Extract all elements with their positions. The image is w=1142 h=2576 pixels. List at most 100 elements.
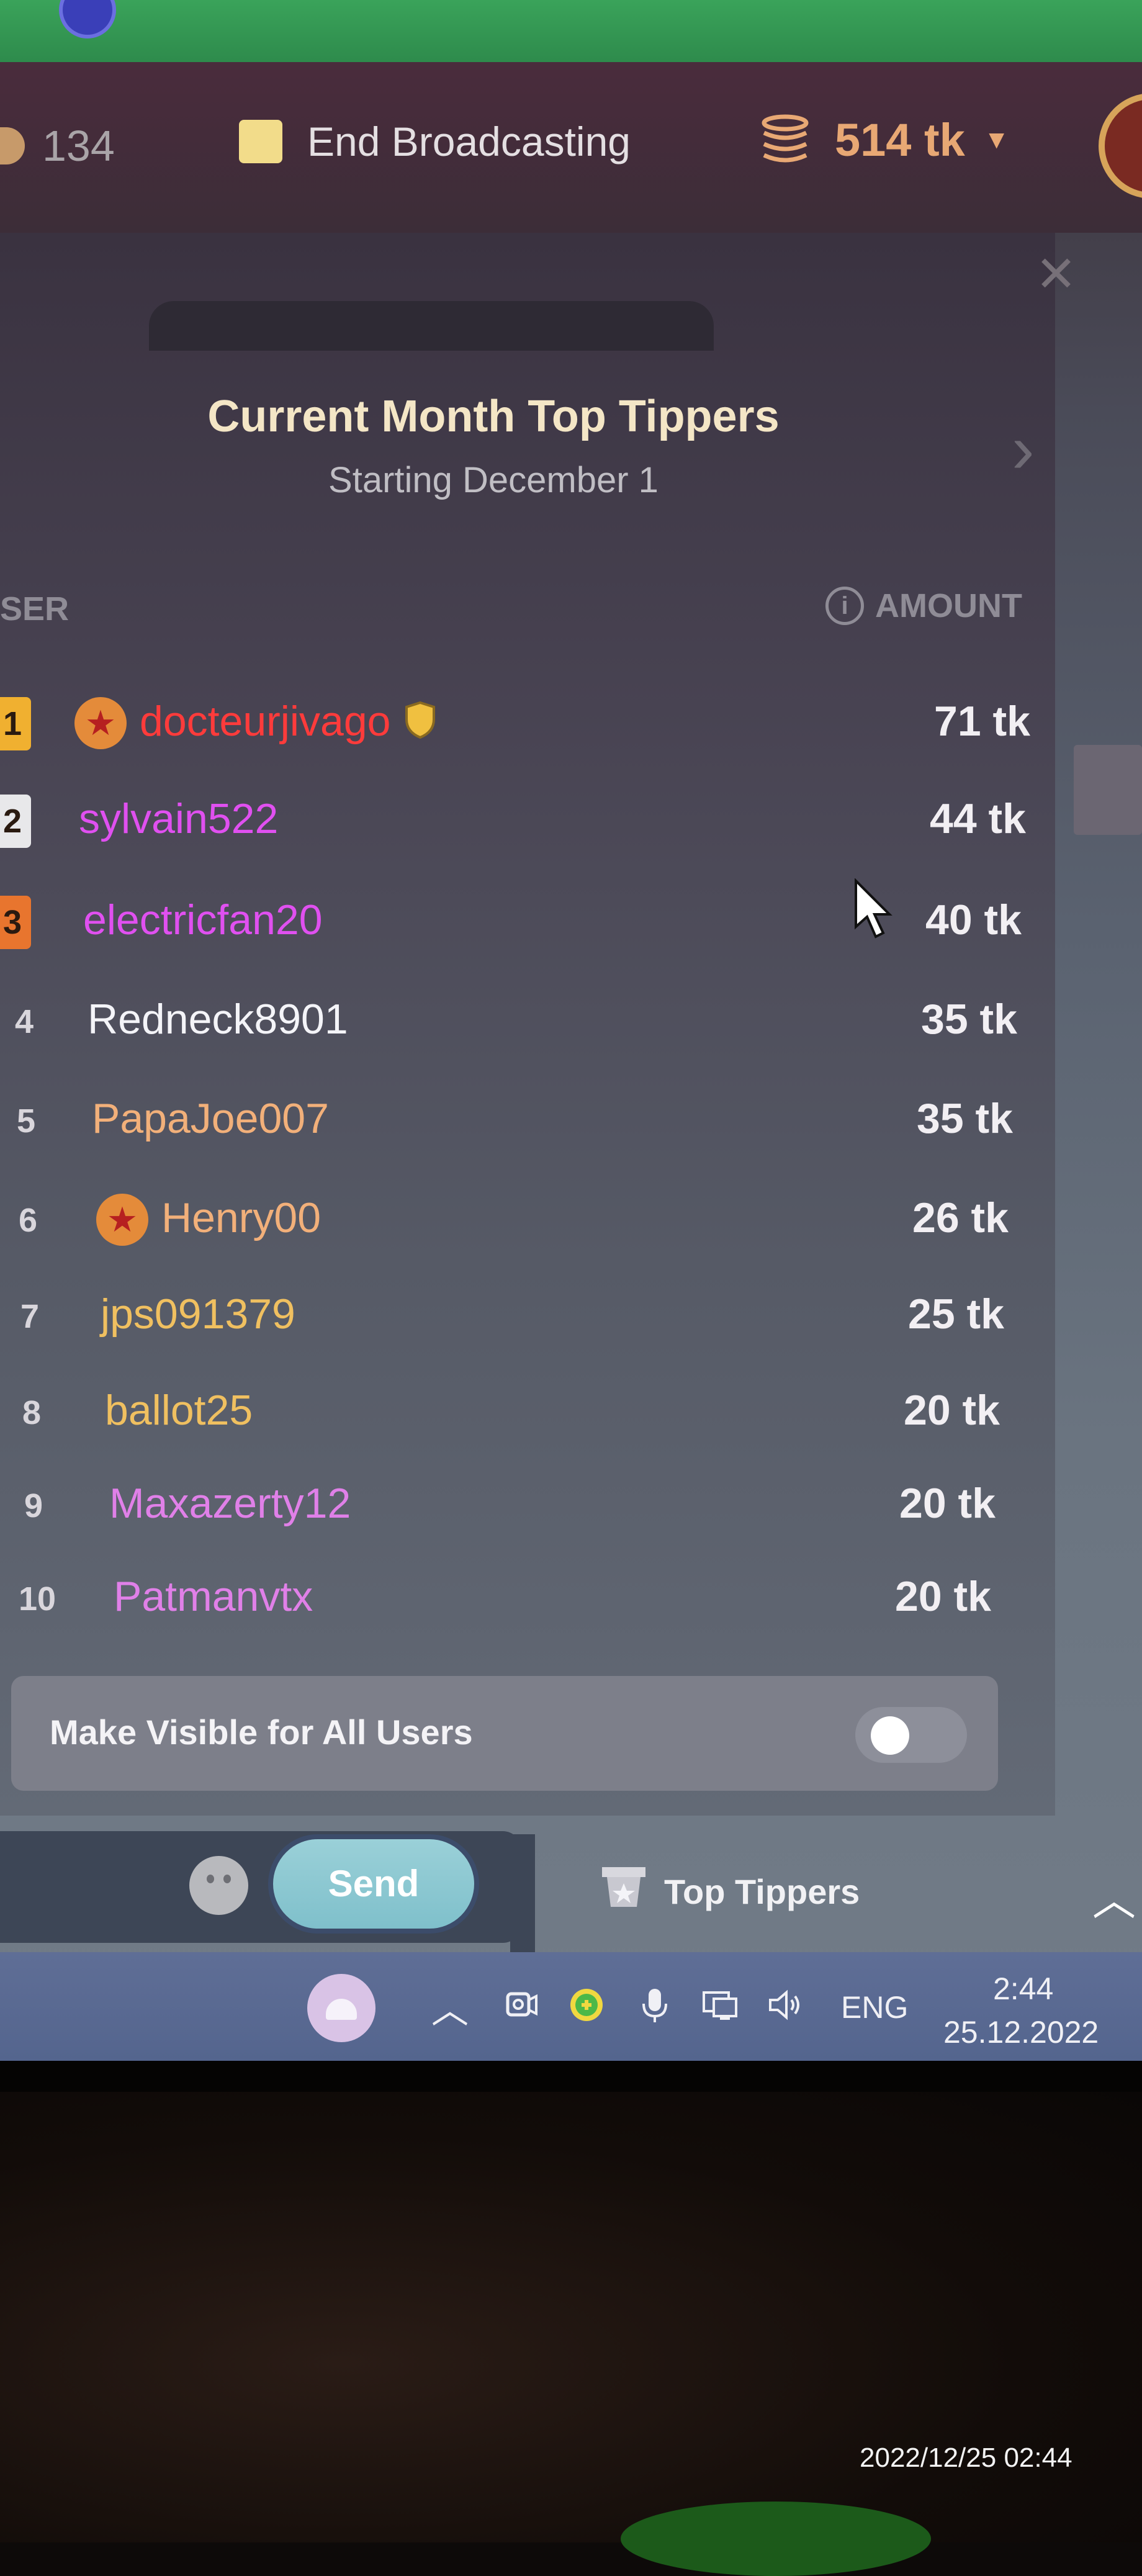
tipper-row[interactable]: 7 jps091379 25 tk — [0, 1279, 1043, 1353]
next-period-chevron-icon[interactable]: › — [1012, 410, 1035, 489]
clock-time[interactable]: 2:44 — [993, 1971, 1053, 2007]
favicon-icon — [59, 0, 116, 38]
rank-number: 6 — [19, 1202, 38, 1239]
column-header-amount-label: AMOUNT — [875, 587, 1022, 624]
tipper-row[interactable]: 4 Redneck8901 35 tk — [0, 984, 1043, 1058]
panel-subtitle: Starting December 1 — [328, 460, 659, 500]
scrollbar-thumb[interactable] — [1074, 745, 1142, 835]
tip-amount: 20 tk — [904, 1387, 1000, 1434]
monitor-bezel — [0, 2061, 1142, 2092]
desk-background — [0, 2092, 1142, 2542]
make-visible-label: Make Visible for All Users — [50, 1713, 473, 1752]
tipper-row[interactable]: 2 sylvain522 44 tk — [0, 783, 1043, 858]
mouse-cursor-icon — [855, 878, 892, 939]
tipper-name-wrap: PapaJoe007 — [92, 1094, 329, 1143]
monitor-screen: 134 End Broadcasting 514 tk ▼ ✕ Current … — [0, 0, 1142, 2061]
rank-badge: 3 — [0, 896, 31, 949]
rank-number: 10 — [19, 1580, 56, 1618]
tipper-row[interactable]: 10 Patmanvtx 20 tk — [0, 1561, 1043, 1636]
close-icon[interactable]: ✕ — [1035, 245, 1077, 303]
tipper-name-wrap: Patmanvtx — [114, 1572, 313, 1621]
tipper-username[interactable]: Redneck8901 — [88, 996, 348, 1043]
windows-taskbar: ︿ ENG 2:44 25.12.2022 — [0, 1952, 1142, 2061]
rank-number: 7 — [20, 1298, 40, 1335]
viewers-count: 134 — [42, 122, 115, 170]
tipper-row[interactable]: 9 Maxazerty12 20 tk — [0, 1468, 1043, 1542]
token-balance-amount: 514 tk — [835, 114, 965, 166]
tipper-name-wrap: ballot25 — [105, 1386, 253, 1434]
cortana-icon[interactable] — [307, 1974, 375, 2042]
tipper-username[interactable]: Patmanvtx — [114, 1573, 313, 1620]
tipper-row[interactable]: 5 PapaJoe007 35 tk — [0, 1083, 1043, 1158]
column-header-user: SER — [0, 590, 70, 628]
column-header-amount: i AMOUNT — [825, 587, 1022, 625]
rank-number: 9 — [24, 1487, 43, 1524]
tipper-username[interactable]: Maxazerty12 — [109, 1480, 351, 1527]
viewers-counter: 134 — [0, 121, 115, 171]
info-icon[interactable]: i — [825, 587, 864, 625]
top-tippers-tab[interactable]: Top Tippers ︿ — [546, 1837, 1142, 1949]
tip-amount: 71 tk — [934, 698, 1030, 745]
show-refund-link-pill[interactable] — [149, 301, 714, 351]
tip-amount: 35 tk — [917, 1095, 1013, 1142]
tipper-username[interactable]: PapaJoe007 — [92, 1095, 329, 1142]
toggle-knob — [871, 1716, 909, 1755]
green-object — [621, 2502, 931, 2576]
fan-club-star-icon: ★ — [74, 697, 127, 749]
microphone-icon[interactable] — [636, 1986, 673, 2024]
tipper-name-wrap: docteurjivago — [140, 697, 436, 745]
collapse-chevron-icon[interactable]: ︿ — [1092, 1865, 1136, 1928]
tip-amount: 26 tk — [912, 1194, 1009, 1241]
meet-now-icon[interactable] — [503, 1986, 540, 2024]
rank-badge: 1 — [0, 697, 31, 750]
input-language[interactable]: ENG — [841, 1989, 908, 2025]
viewers-icon — [0, 127, 25, 164]
fan-club-star-icon: ★ — [96, 1194, 148, 1246]
network-icon[interactable] — [701, 1986, 739, 2024]
tipper-name-wrap: Henry00 — [161, 1194, 321, 1242]
tipper-name-wrap: electricfan20 — [83, 896, 323, 944]
tipper-row[interactable]: 1 ★ docteurjivago 71 tk — [0, 686, 1043, 760]
tipper-row[interactable]: 8 ballot25 20 tk — [0, 1375, 1043, 1449]
footer-divider — [510, 1834, 535, 1952]
tipper-username[interactable]: sylvain522 — [79, 795, 278, 842]
rank-number: 8 — [22, 1394, 42, 1431]
tipper-username[interactable]: electricfan20 — [83, 896, 323, 943]
rank-number: 5 — [17, 1102, 36, 1140]
make-visible-toggle[interactable] — [855, 1707, 967, 1763]
tipper-username[interactable]: Henry00 — [161, 1194, 321, 1241]
make-visible-card: Make Visible for All Users — [11, 1676, 998, 1791]
token-balance-dropdown[interactable]: 514 tk ▼ — [754, 112, 1009, 168]
rank-number: 4 — [15, 1003, 34, 1040]
volume-icon[interactable] — [767, 1986, 804, 2024]
tip-amount: 20 tk — [895, 1573, 991, 1620]
tip-amount: 35 tk — [921, 996, 1017, 1043]
trophy-icon — [602, 1867, 645, 1907]
tipper-name-wrap: sylvain522 — [79, 795, 278, 843]
tipper-name-wrap: jps091379 — [101, 1290, 295, 1338]
tip-amount: 20 tk — [899, 1480, 996, 1527]
tipper-name-wrap: Maxazerty12 — [109, 1479, 351, 1528]
tipper-username[interactable]: ballot25 — [105, 1387, 253, 1434]
moderator-shield-icon — [405, 701, 436, 739]
tipper-username[interactable]: jps091379 — [101, 1290, 295, 1338]
show-hidden-icons-chevron-icon[interactable]: ︿ — [431, 1980, 469, 2034]
coins-icon — [762, 114, 809, 163]
panel-title: Current Month Top Tippers — [207, 392, 780, 441]
send-button[interactable]: Send — [268, 1834, 479, 1934]
rank-badge: 2 — [0, 795, 31, 848]
stop-icon — [239, 120, 282, 163]
end-broadcast-label: End Broadcasting — [307, 119, 631, 164]
browser-tab-strip — [0, 0, 1142, 66]
tipper-username[interactable]: docteurjivago — [140, 698, 390, 745]
tipper-name-wrap: Redneck8901 — [88, 995, 348, 1043]
top-tippers-tab-label: Top Tippers — [664, 1872, 860, 1911]
emoji-icon[interactable] — [189, 1856, 248, 1915]
clock-date[interactable]: 25.12.2022 — [943, 2014, 1099, 2050]
tipper-row[interactable]: 6 ★ Henry00 26 tk — [0, 1182, 1043, 1257]
tip-amount: 44 tk — [930, 795, 1026, 842]
tip-amount: 25 tk — [908, 1290, 1004, 1338]
end-broadcast-button[interactable]: End Broadcasting — [239, 118, 631, 165]
tray-app-icon[interactable] — [568, 1986, 605, 2024]
photo-timestamp: 2022/12/25 02:44 — [860, 2443, 1072, 2473]
